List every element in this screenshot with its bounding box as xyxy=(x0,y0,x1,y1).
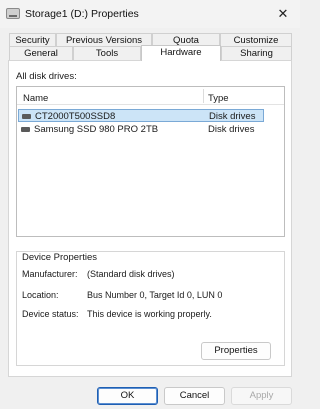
tab-security[interactable]: Security xyxy=(9,33,56,47)
device-status-label: Device status: xyxy=(22,309,79,319)
tab-general[interactable]: General xyxy=(9,46,73,60)
location-label: Location: xyxy=(22,290,59,300)
location-value: Bus Number 0, Target Id 0, LUN 0 xyxy=(87,290,223,300)
column-separator[interactable] xyxy=(203,89,204,103)
disk-type: Disk drives xyxy=(208,124,255,135)
ok-button[interactable]: OK xyxy=(97,387,158,405)
tab-sharing[interactable]: Sharing xyxy=(221,46,292,60)
disk-drive-icon xyxy=(21,127,30,132)
tab-previous-versions[interactable]: Previous Versions xyxy=(56,33,152,47)
disk-drive-icon xyxy=(22,114,31,119)
disk-name: CT2000T500SSD8 xyxy=(35,111,116,122)
drive-icon xyxy=(6,8,20,19)
list-header xyxy=(17,87,284,105)
disk-row-ct2000t500ssd8[interactable]: CT2000T500SSD8 Disk drives xyxy=(18,109,264,122)
tab-customize[interactable]: Customize xyxy=(220,33,292,47)
cancel-button[interactable]: Cancel xyxy=(164,387,225,405)
device-properties-title: Device Properties xyxy=(22,252,97,263)
manufacturer-label: Manufacturer: xyxy=(22,269,78,279)
tab-hardware[interactable]: Hardware xyxy=(141,45,221,61)
apply-button: Apply xyxy=(231,387,292,405)
column-name-header[interactable]: Name xyxy=(23,93,48,104)
all-disk-drives-label: All disk drives: xyxy=(16,71,77,82)
column-type-header[interactable]: Type xyxy=(208,93,229,104)
disk-row-samsung-980-pro[interactable]: Samsung SSD 980 PRO 2TB Disk drives xyxy=(18,123,264,136)
close-icon[interactable]: ✕ xyxy=(270,3,296,25)
tab-tools[interactable]: Tools xyxy=(73,46,141,60)
properties-button[interactable]: Properties xyxy=(201,342,271,360)
disk-type: Disk drives xyxy=(209,111,256,122)
window-title: Storage1 (D:) Properties xyxy=(25,8,139,20)
manufacturer-value: (Standard disk drives) xyxy=(87,269,175,279)
device-status-value: This device is working properly. xyxy=(87,309,212,319)
disk-name: Samsung SSD 980 PRO 2TB xyxy=(34,124,159,135)
